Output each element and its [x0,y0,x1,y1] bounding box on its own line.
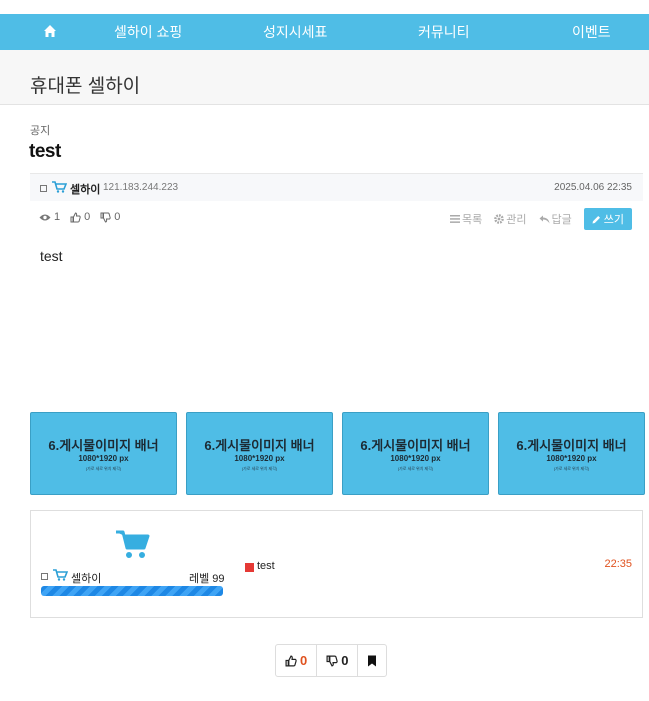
dislikes-stat: 0 [100,211,120,223]
banner-size: 1080*1920 px [234,454,285,463]
post-date: 2025.04.06 22:35 [554,182,632,193]
level-badge-icon [40,185,47,192]
dislike-button[interactable]: 0 [317,645,359,676]
dislike-count: 0 [341,653,349,668]
list-button[interactable]: 목록 [450,211,482,227]
likes-count: 0 [84,211,91,223]
post-stats: 1 0 0 [39,211,120,223]
thumbs-down-icon [326,654,338,667]
banner-size: 1080*1920 px [78,454,129,463]
author-profile-box: 셀하이 레벨 99 test 22:35 [30,510,643,618]
likes-stat: 0 [70,211,90,223]
board-title: 휴대폰 셀하이 [30,76,141,97]
views-count: 1 [54,211,61,223]
banner-note: (가로 세로 위치 제각) [85,466,122,471]
like-count: 0 [300,653,308,668]
banner-title: 6.게시물이미지 배너 [204,438,315,453]
cart-icon [52,181,67,193]
banner-size: 1080*1920 px [390,454,441,463]
manage-label: 관리 [506,214,527,226]
banner-2[interactable]: 6.게시물이미지 배너 1080*1920 px (가로 세로 위치 제각) [186,412,333,495]
dislikes-count: 0 [114,211,121,223]
banner-4[interactable]: 6.게시물이미지 배너 1080*1920 px (가로 세로 위치 제각) [498,412,645,495]
banner-title: 6.게시물이미지 배너 [48,438,159,453]
bookmark-icon [368,655,377,666]
post-info-bar: 셀하이 121.183.244.223 2025.04.06 22:35 [30,173,643,201]
vote-bar: 0 0 [275,644,388,677]
post-content: test [40,248,63,264]
banner-row: 6.게시물이미지 배너 1080*1920 px (가로 세로 위치 제각) 6… [30,412,645,495]
level-badge-icon [41,573,48,580]
list-label: 목록 [462,214,483,226]
pencil-icon [592,215,600,223]
cart-icon [116,530,150,558]
cart-icon [53,569,68,581]
profile-nick[interactable]: 셀하이 [71,570,101,586]
gear-icon [494,214,505,224]
banner-title: 6.게시물이미지 배너 [516,438,627,453]
write-button[interactable]: 쓰기 [583,208,632,230]
write-label: 쓰기 [603,214,624,226]
list-icon [450,215,460,223]
thumbs-down-icon [100,212,111,223]
reply-button[interactable]: 답글 [539,211,572,227]
reply-label: 답글 [551,214,572,226]
level-progress-fill [41,586,223,596]
thumbs-up-icon [285,654,297,667]
top-nav: 셀하이 쇼핑 성지시세표 커뮤니티 이벤트 [0,14,649,50]
banner-1[interactable]: 6.게시물이미지 배너 1080*1920 px (가로 세로 위치 제각) [30,412,177,495]
banner-title: 6.게시물이미지 배너 [360,438,471,453]
level-progress-bar [41,586,223,596]
home-icon[interactable] [43,24,57,38]
banner-note: (가로 세로 위치 제각) [241,466,278,471]
nav-item-community[interactable]: 커뮤니티 [418,14,470,50]
thumbs-up-icon [70,211,81,222]
profile-level: 레벨 99 [189,573,225,585]
latest-comment-link[interactable]: test [257,560,275,572]
nav-item-event[interactable]: 이벤트 [572,14,611,50]
banner-size: 1080*1920 px [546,454,597,463]
post-title: test [29,141,61,162]
author-ip: 121.183.244.223 [103,182,179,193]
views-stat: 1 [39,211,60,223]
bookmark-button[interactable] [358,645,386,676]
author-name[interactable]: 셀하이 [70,181,100,197]
like-button[interactable]: 0 [276,645,318,676]
banner-3[interactable]: 6.게시물이미지 배너 1080*1920 px (가로 세로 위치 제각) [342,412,489,495]
latest-comment-time: 22:35 [604,558,632,570]
post-category: 공지 [30,125,51,137]
manage-button[interactable]: 관리 [494,211,527,227]
post-actions: 목록 관리 답글 쓰기 [450,208,632,230]
nav-item-price-table[interactable]: 성지시세표 [263,14,327,50]
new-comment-icon [245,563,254,572]
eye-icon [39,214,51,220]
reply-icon [539,215,549,223]
banner-note: (가로 세로 위치 제각) [397,466,434,471]
banner-note: (가로 세로 위치 제각) [553,466,590,471]
board-header: 휴대폰 셀하이 [0,50,649,105]
nav-item-shopping[interactable]: 셀하이 쇼핑 [114,14,182,50]
